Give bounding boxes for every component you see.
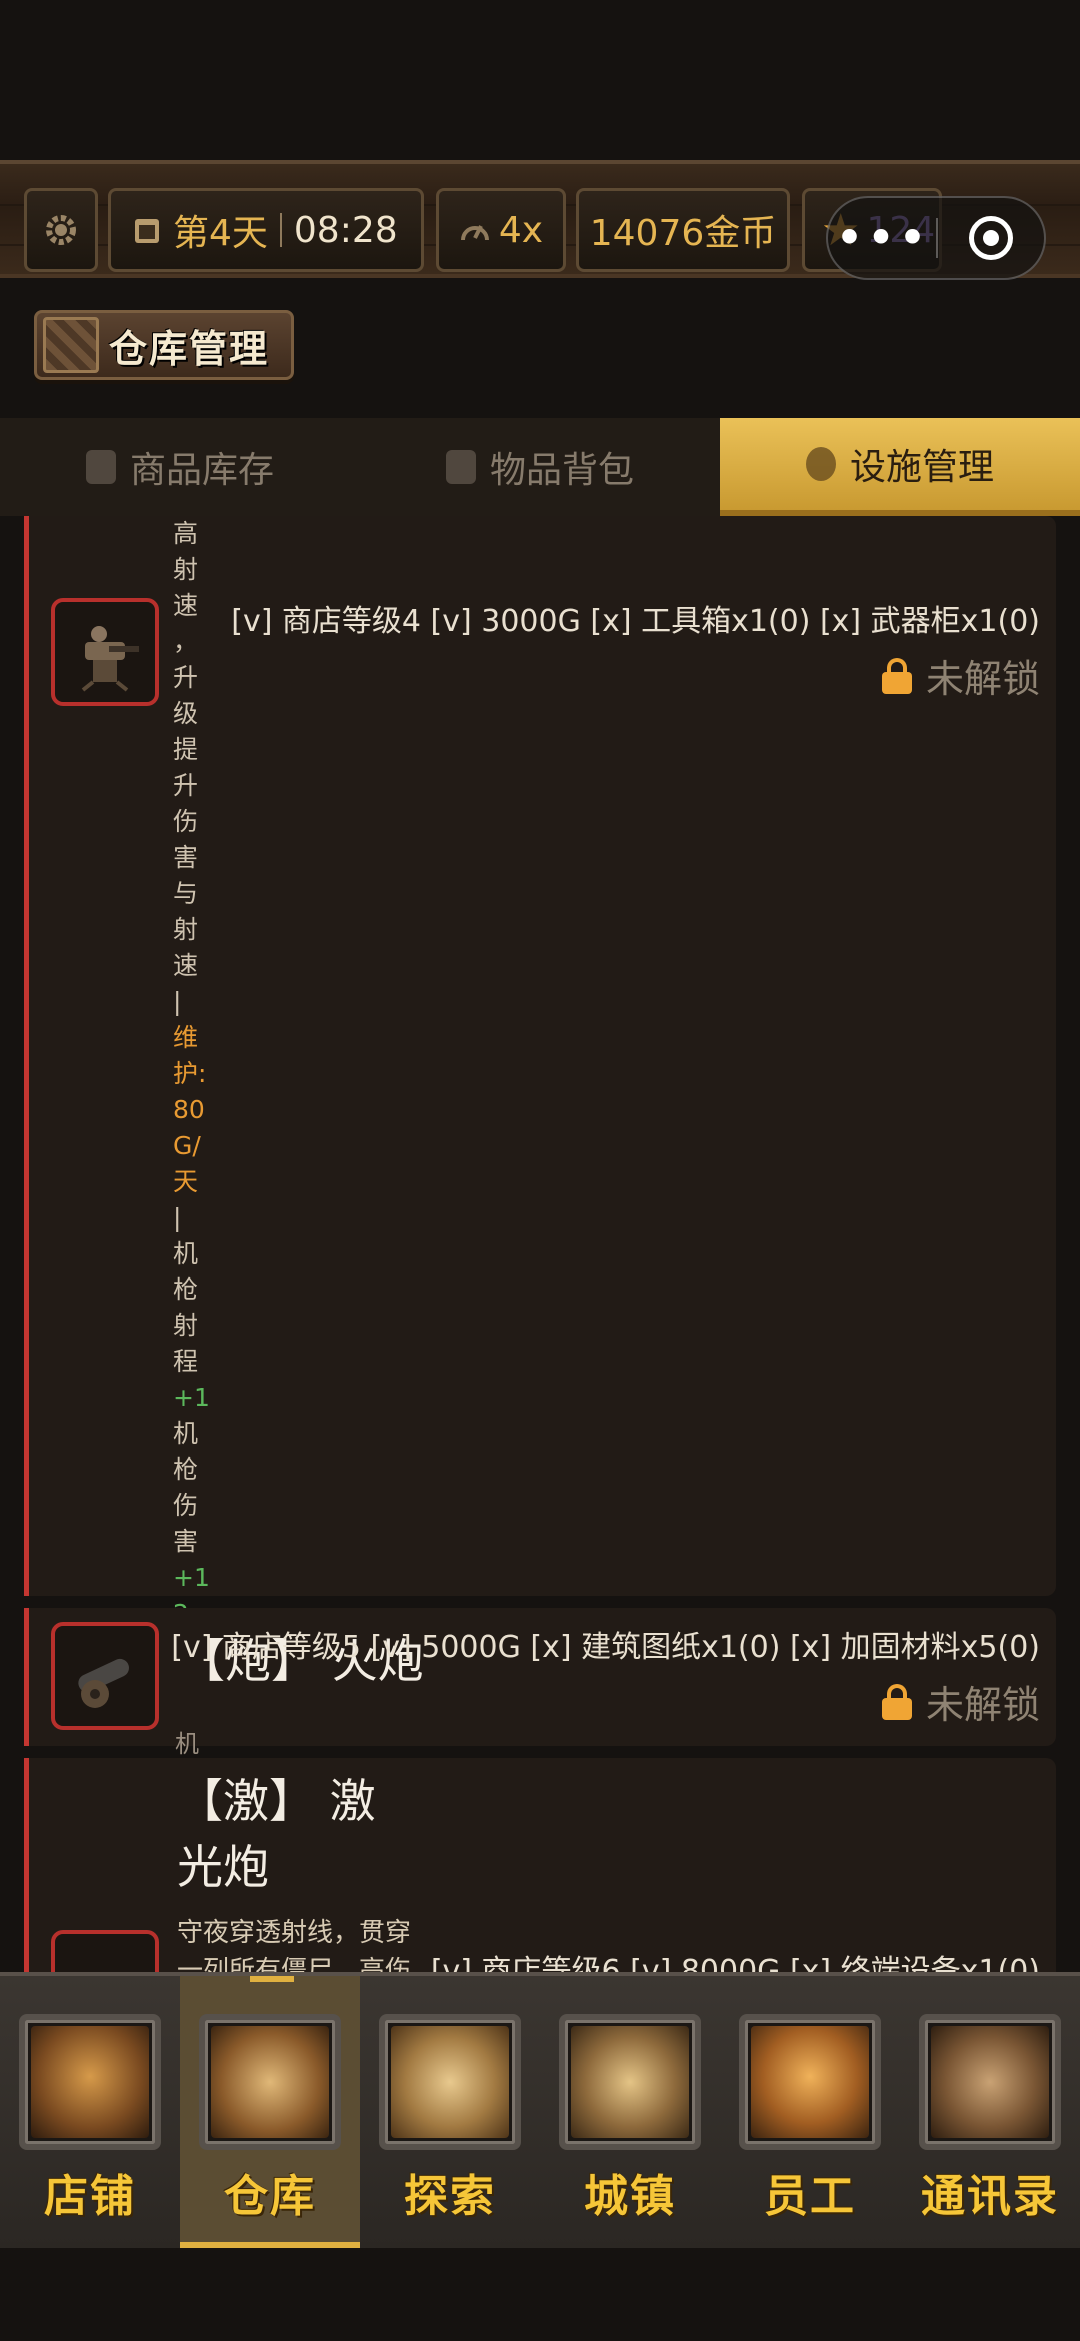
contacts-icon: [931, 2026, 1049, 2138]
nav-label: 仓库: [224, 2171, 316, 2222]
description-char: 升: [173, 663, 199, 692]
gold-display: 14076金币: [576, 188, 790, 272]
description-char: 伤: [173, 807, 199, 836]
tab-bar: 商品库存 物品背包 设施管理: [0, 418, 1080, 516]
more-icon[interactable]: •••: [828, 196, 936, 280]
description-char: 升: [173, 771, 199, 800]
status-text: 未解锁: [925, 657, 1040, 701]
lock-icon: [881, 1683, 912, 1720]
nav-label: 员工: [764, 2171, 856, 2222]
facility-title-line2: 光炮: [177, 1840, 269, 1894]
page-title: 仓库管理: [109, 326, 270, 371]
description-char: 天: [173, 1167, 199, 1196]
calendar-icon: [135, 219, 159, 243]
nav-town[interactable]: 城镇: [540, 1976, 720, 2248]
nav-label: 城镇: [584, 2171, 676, 2222]
facility-description: 高射速，升级提升伤害与射速 |维护:80G/天| 机枪射程+1机枪伤害+12机枪…: [173, 516, 213, 1740]
description-char: 维: [173, 1023, 199, 1052]
lock-status: 未解锁: [881, 648, 1040, 703]
unlock-requirements: [v] 商店等级6 [v] 8000G [x] 终端设备x1(0): [430, 1954, 1040, 1972]
gear-icon: [46, 215, 76, 245]
gold-amount: 14076金币: [589, 213, 777, 254]
description-char: 害: [173, 843, 199, 872]
nav-contacts[interactable]: 通讯录: [900, 1976, 1080, 2248]
description-char: 级: [173, 699, 199, 728]
day-time-display: 第4天 08:28: [108, 188, 424, 272]
miniprogram-capsule: •••: [826, 196, 1046, 280]
description-char: 速 |: [173, 951, 199, 1016]
facility-description-line2: 一列所有僵尸，高伤: [177, 1956, 412, 1972]
nav-shop[interactable]: 店铺: [0, 1976, 180, 2248]
facility-card-machine-gun[interactable]: 高射速，升级提升伤害与射速 |维护:80G/天| 机枪射程+1机枪伤害+12机枪…: [24, 516, 1056, 1736]
description-char: 伤: [173, 1491, 199, 1520]
tab-goods-inventory[interactable]: 商品库存: [0, 418, 360, 516]
description-char: | 机: [173, 1203, 199, 1268]
status-text: 未解锁: [925, 1683, 1040, 1727]
tab-label: 设施管理: [849, 447, 994, 488]
town-icon: [571, 2026, 689, 2138]
crate-icon: [43, 317, 99, 373]
tab-label: 商品库存: [129, 450, 274, 491]
nav-explore[interactable]: 探索: [360, 1976, 540, 2248]
description-char: 射: [173, 555, 199, 584]
description-char: 速: [173, 591, 199, 620]
page-title-banner: 仓库管理: [34, 310, 294, 380]
speed-button[interactable]: 4x: [436, 188, 566, 272]
unlock-requirements: [v] 商店等级5 [v] 5000G [x] 建筑图纸x1(0) [x] 加固…: [171, 1630, 1040, 1665]
description-char: G/: [173, 1131, 201, 1160]
machine-gun-turret-icon: [51, 598, 159, 706]
bonus-value: +1: [173, 1383, 210, 1412]
facility-description-line1: 守夜穿透射线，贯穿: [177, 1918, 412, 1948]
staff-icon: [751, 2026, 869, 2138]
compass-icon: [391, 2026, 509, 2138]
description-char: 程: [173, 1347, 199, 1376]
lock-status: 未解锁: [881, 1674, 1040, 1729]
facility-list[interactable]: 高射速，升级提升伤害与射速 |维护:80G/天| 机枪射程+1机枪伤害+12机枪…: [24, 516, 1056, 1972]
description-char: 护:: [173, 1059, 207, 1088]
settings-button[interactable]: [24, 188, 98, 272]
facility-card-laser-cannon[interactable]: 【激】 激 光炮 守夜穿透射线，贯穿 一列所有僵尸，高伤 [v] 商店等级6 […: [24, 1758, 1056, 1972]
description-char: ，: [173, 627, 199, 656]
unlock-requirements: [v] 商店等级4 [v] 3000G [x] 工具箱x1(0) [x] 武器柜…: [231, 604, 1040, 639]
description-char: 80: [173, 1095, 205, 1124]
description-char: 枪: [173, 1275, 199, 1304]
day-label: 第4天: [173, 213, 268, 254]
facility-title-line1: 【激】 激: [177, 1774, 376, 1828]
nav-label: 通讯录: [921, 2171, 1059, 2222]
description-char: 与: [173, 879, 199, 908]
tab-label: 物品背包: [489, 450, 634, 491]
backpack-icon: [445, 450, 476, 484]
close-target-icon[interactable]: [938, 216, 1044, 260]
clock-time: 08:28: [293, 209, 398, 251]
gear-icon: [805, 447, 836, 481]
speed-value: 4x: [498, 209, 544, 251]
description-char: 枪: [173, 1455, 199, 1484]
gauge-icon: [460, 225, 489, 241]
cannon-icon: [51, 1622, 159, 1730]
nav-warehouse[interactable]: 仓库: [180, 1976, 360, 2248]
description-char: 提: [173, 735, 199, 764]
description-char: 射: [173, 1311, 199, 1340]
nav-staff[interactable]: 员工: [720, 1976, 900, 2248]
nav-label: 探索: [404, 2171, 496, 2222]
warehouse-icon: [211, 2026, 329, 2138]
laser-cannon-icon: [51, 1930, 159, 1972]
nav-label: 店铺: [44, 2171, 136, 2222]
description-char: 机: [173, 1419, 199, 1448]
description-char: 高: [173, 519, 199, 548]
description-char: 射: [173, 915, 199, 944]
description-char: 害: [173, 1527, 199, 1556]
tab-facility-management[interactable]: 设施管理: [720, 418, 1080, 516]
divider: [279, 213, 282, 247]
overflow-text: 机: [175, 1730, 199, 1758]
goods-icon: [85, 450, 116, 484]
bottom-navigation: 店铺 仓库 探索 城镇 员工 通讯录: [0, 1972, 1080, 2248]
shop-icon: [31, 2026, 149, 2138]
facility-card-cannon[interactable]: 【炮】 火炮 [v] 商店等级5 [v] 5000G [x] 建筑图纸x1(0)…: [24, 1608, 1056, 1758]
lock-icon: [881, 657, 912, 694]
tab-item-backpack[interactable]: 物品背包: [360, 418, 720, 516]
